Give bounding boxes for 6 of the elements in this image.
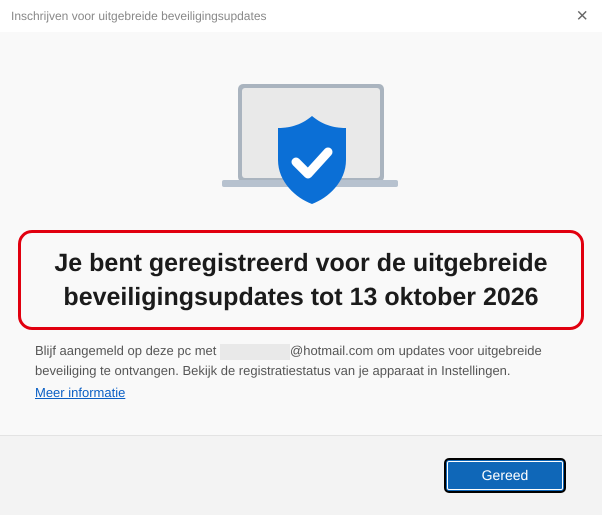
more-info-link[interactable]: Meer informatie	[35, 385, 126, 400]
done-button[interactable]: Gereed	[444, 458, 566, 493]
heading: Je bent geregistreerd voor de uitgebreide beveiligingsupdates tot 13 oktober 2026	[18, 230, 584, 330]
window-title: Inschrijven voor uitgebreide beveiligingsupdates	[11, 8, 266, 25]
body-text: Blijf aangemeld op deze pc met @hotmail.com om updates voor uitgebreide beveiliging te ontvangen. Bekijk de registratiestatus van je apparaat in Instellingen.	[34, 342, 543, 380]
close-button[interactable]: ×	[576, 6, 588, 26]
